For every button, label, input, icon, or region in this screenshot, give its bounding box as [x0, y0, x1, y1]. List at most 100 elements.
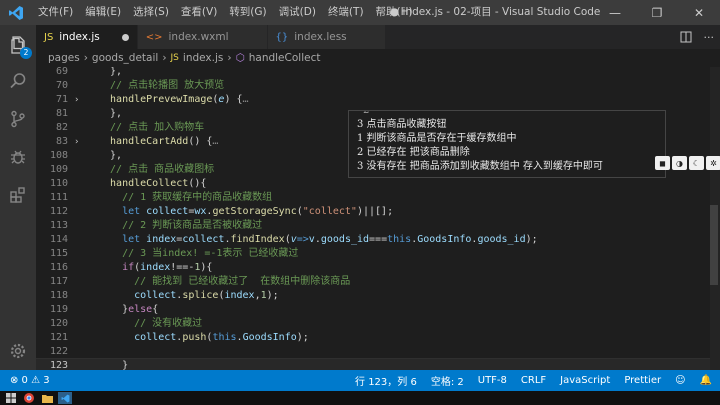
notifications-bell-icon[interactable]: 🔔 [700, 375, 712, 386]
explorer-icon[interactable]: 2 [0, 27, 36, 63]
os-taskbar [0, 391, 720, 405]
folder-icon[interactable] [40, 392, 54, 404]
feedback-smiley-icon[interactable]: ☺ [675, 375, 685, 386]
code-line[interactable]: 121 collect.push(this.GoodsInfo); [36, 331, 720, 345]
code-line[interactable]: 110 handleCollect(){ [36, 177, 720, 191]
floating-toolbar: ◼ ◑ ☾ ✲ [655, 156, 720, 170]
code-line[interactable]: 123 } [36, 358, 720, 370]
pause-icon[interactable]: ◑ [672, 156, 687, 170]
chevron-right-icon: › [162, 52, 167, 64]
more-actions-icon[interactable]: ··· [704, 31, 715, 44]
code-text: // 点击 商品收藏图标 [98, 164, 215, 175]
menu-bar: 文件(F) 编辑(E) 选择(S) 查看(V) 转到(G) 调试(D) 终端(T… [32, 0, 419, 25]
code-line[interactable]: 70 // 点击轮播图 放大预览 [36, 79, 720, 93]
language-mode[interactable]: JavaScript [560, 375, 610, 386]
code-line[interactable]: 116 if(index!==-1){ [36, 261, 720, 275]
menu-edit[interactable]: 编辑(E) [79, 0, 127, 25]
activity-bar: 2 [0, 25, 36, 370]
code-line[interactable]: 113 // 2 判断该商品是否被收藏过 [36, 219, 720, 233]
extensions-icon[interactable] [0, 177, 36, 213]
code-text: // 没有收藏过 [98, 318, 203, 329]
code-line[interactable]: 71 › handlePrevewImage(e) {… [36, 93, 720, 107]
cursor-position[interactable]: 行 123，列 6 [355, 373, 417, 388]
code-line[interactable]: 122 [36, 345, 720, 359]
menu-terminal[interactable]: 终端(T) [322, 0, 370, 25]
split-editor-icon[interactable] [680, 28, 692, 47]
chevron-right-icon: › [83, 52, 88, 64]
tab-actions: ··· [680, 25, 715, 49]
less-file-icon: {} [275, 31, 289, 43]
moon-icon[interactable]: ☾ [689, 156, 704, 170]
line-number: 82 [55, 122, 68, 133]
code-text: if(index!==-1){ [98, 262, 213, 273]
js-file-icon: JS [44, 31, 54, 43]
close-icon[interactable]: ✕ [678, 0, 720, 25]
code-line[interactable]: 119 }else{ [36, 303, 720, 317]
line-number: 110 [49, 178, 68, 189]
line-number: 116 [49, 262, 68, 273]
indentation[interactable]: 空格: 2 [431, 373, 464, 388]
debug-icon[interactable] [0, 139, 36, 175]
record-icon[interactable]: ◼ [655, 156, 670, 170]
menu-file[interactable]: 文件(F) [32, 0, 79, 25]
code-text: let collect=wx.getStorageSync("collect")… [98, 206, 394, 217]
overlay-line: 2 已经存在 把该商品删除 [357, 147, 470, 158]
problems-indicator[interactable]: ⊗ 0 ⚠ 3 [10, 375, 50, 386]
tab-index-wxml[interactable]: <> index.wxml [137, 25, 268, 49]
line-number: 83 [55, 136, 68, 147]
end-of-line[interactable]: CRLF [521, 375, 546, 386]
line-number: 122 [49, 346, 68, 357]
code-line[interactable]: 117 // 能找到 已经收藏过了 在数组中删除该商品 [36, 275, 720, 289]
menu-selection[interactable]: 选择(S) [127, 0, 175, 25]
overlay-line: 3 点击商品收藏按钮 [357, 119, 447, 130]
code-text: // 点击 加入购物车 [98, 122, 205, 133]
line-number: 117 [49, 276, 68, 287]
line-number: 112 [49, 206, 68, 217]
restore-icon[interactable]: ❐ [636, 0, 678, 25]
tab-index-less[interactable]: {} index.less [267, 25, 386, 49]
code-text: handleCartAdd() {… [98, 136, 219, 147]
fold-chevron-icon[interactable]: › [74, 135, 79, 149]
chrome-icon[interactable] [22, 392, 36, 404]
overlay-line: 1 判断该商品是否存在于缓存数组中 [357, 133, 517, 144]
code-line[interactable]: 111 // 1 获取缓存中的商品收藏数组 [36, 191, 720, 205]
search-icon[interactable] [0, 63, 36, 99]
code-text: let index=collect.findIndex(v=>v.goods_i… [98, 234, 538, 245]
encoding[interactable]: UTF-8 [478, 375, 507, 386]
code-line[interactable]: 120 // 没有收藏过 [36, 317, 720, 331]
menu-debug[interactable]: 调试(D) [273, 0, 322, 25]
editor-tabs: JS index.js <> index.wxml {} index.less … [36, 25, 720, 49]
code-line[interactable]: 112 let collect=wx.getStorageSync("colle… [36, 205, 720, 219]
vscode-taskbar-icon[interactable] [58, 392, 72, 404]
menu-view[interactable]: 查看(V) [175, 0, 223, 25]
prettier-status[interactable]: Prettier [624, 375, 661, 386]
chevron-right-icon: › [227, 52, 232, 64]
breadcrumb-item[interactable]: goods_detail [92, 52, 158, 64]
breadcrumb-item[interactable]: pages [48, 52, 80, 64]
line-number: 111 [49, 192, 68, 203]
code-line[interactable]: 115 // 3 当index! =-1表示 已经收藏过 [36, 247, 720, 261]
line-number: 118 [49, 290, 68, 301]
code-line[interactable]: 114 let index=collect.findIndex(v=>v.goo… [36, 233, 720, 247]
unsaved-dot-icon[interactable] [121, 33, 129, 41]
gear-icon[interactable]: ✲ [706, 156, 720, 170]
menu-go[interactable]: 转到(G) [223, 0, 272, 25]
line-number: 120 [49, 318, 68, 329]
settings-gear-icon[interactable] [0, 333, 36, 369]
breadcrumb-item[interactable]: index.js [183, 52, 223, 64]
vertical-scrollbar-thumb[interactable] [710, 205, 718, 285]
status-bar: ⊗ 0 ⚠ 3 行 123，列 6 空格: 2 UTF-8 CRLF JavaS… [0, 370, 720, 391]
minimize-icon[interactable]: — [594, 0, 636, 25]
code-line[interactable]: 69 }, [36, 67, 720, 79]
fold-chevron-icon[interactable]: › [74, 93, 79, 107]
breadcrumb-item[interactable]: handleCollect [249, 52, 321, 64]
windows-start-icon[interactable] [4, 392, 18, 404]
tab-index-js[interactable]: JS index.js [36, 25, 138, 49]
line-number: 109 [49, 164, 68, 175]
source-control-icon[interactable] [0, 101, 36, 137]
code-text: } [98, 360, 129, 370]
line-number: 119 [49, 304, 68, 315]
code-text: collect.splice(index,1); [98, 290, 279, 301]
code-line[interactable]: 118 collect.splice(index,1); [36, 289, 720, 303]
